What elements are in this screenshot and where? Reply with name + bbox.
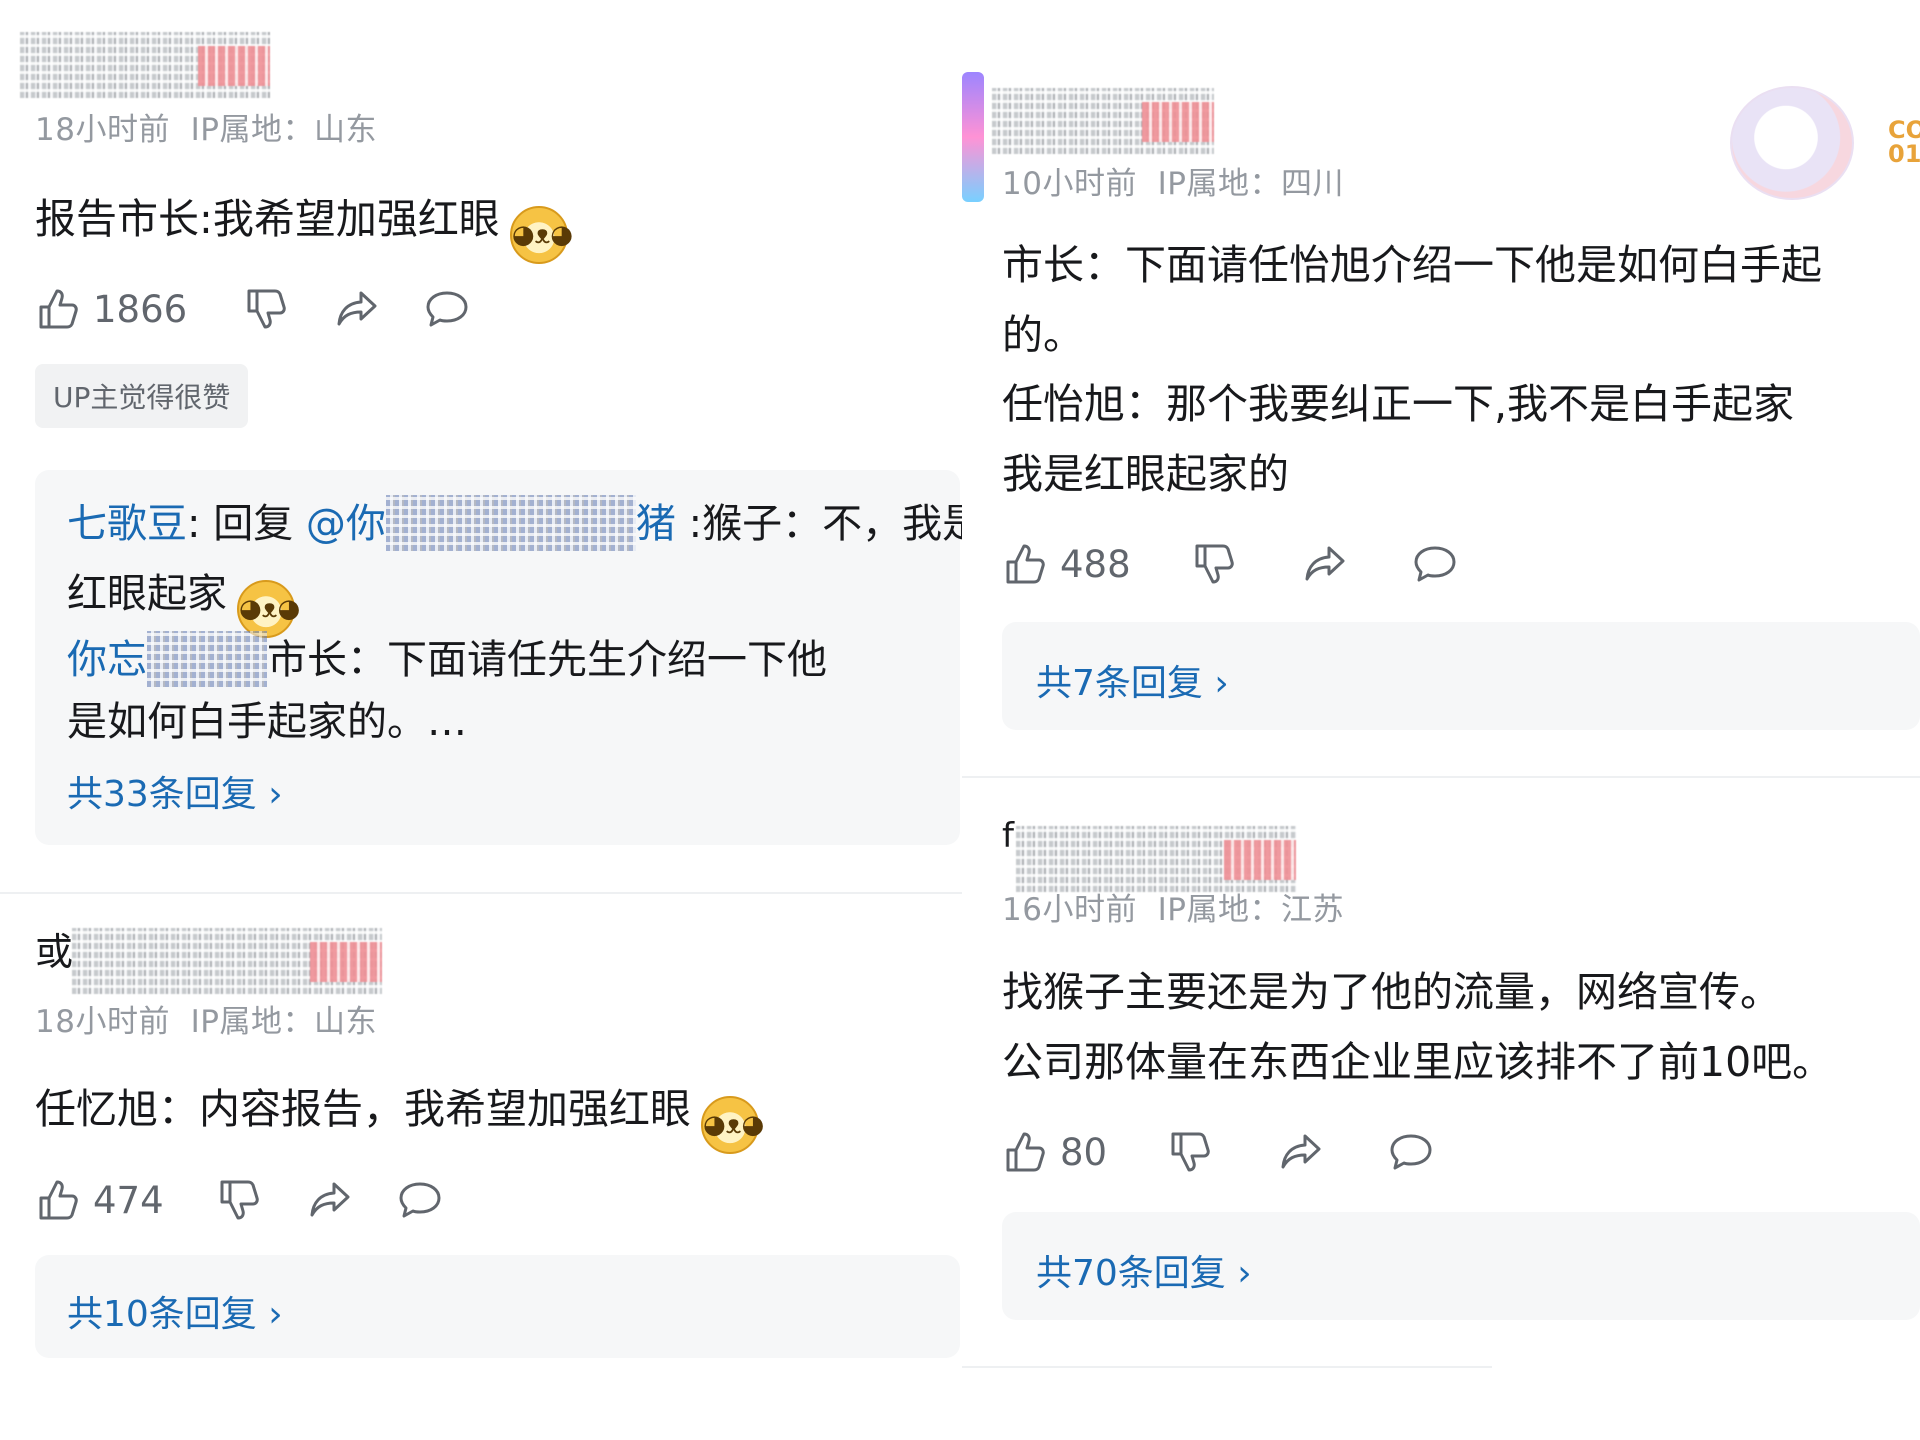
username-prefix[interactable]: 或 [35, 920, 73, 985]
reply-text-cont: 红眼起家 [67, 571, 227, 617]
comment-content: 市长：下面请任怡旭介绍一下他是如何白手起 的。 任怡旭：那个我要纠正一下,我不是… [1002, 231, 1822, 510]
share-button[interactable] [333, 285, 381, 333]
dislike-icon [1171, 1132, 1210, 1172]
like-count: 80 [1060, 1130, 1108, 1174]
reply-text: :猴子：不，我是 [675, 501, 962, 547]
left-screenshot-panel: 18小时前 IP属地：山东 报告市长:我希望加强红眼 ◕ᴥ◕ 1866 UP主觉得… [0, 0, 962, 1440]
like-icon [1006, 544, 1045, 584]
like-button[interactable]: 474 [35, 1176, 164, 1224]
view-replies-link[interactable]: 共70条回复 › [1036, 1244, 1252, 1296]
reply-word: : 回复 [187, 501, 306, 547]
share-icon [1305, 546, 1345, 581]
view-replies-link[interactable]: 共33条回复 › [67, 765, 283, 817]
reply-preview-box[interactable]: 七歌豆: 回复 @你 猪 :猴子：不，我是 红眼起家 ◕ᴥ◕ 你忘 市长：下面请任先生… [35, 470, 962, 845]
comment-button[interactable] [396, 1176, 444, 1224]
doge-emoji-icon: ◕ᴥ◕ [701, 1096, 764, 1154]
username-blurred[interactable] [992, 88, 1214, 154]
comment-icon [399, 1182, 441, 1218]
doge-emoji-icon: ◕ᴥ◕ [509, 206, 573, 264]
comment-content: 报告市长:我希望加强红眼 ◕ᴥ◕ [35, 185, 573, 264]
right-screenshot-panel: CO 01 10小时前 IP属地：四川 市长：下面请任怡旭介绍一下他是如何白手起… [962, 0, 1920, 1440]
comment-icon [426, 291, 468, 327]
comment-text: 报告市长:我希望加强红眼 [35, 195, 500, 243]
share-icon [337, 291, 377, 326]
like-icon [39, 1180, 78, 1220]
username-blurred[interactable] [72, 928, 382, 994]
like-button[interactable]: 1866 [35, 285, 187, 333]
like-count: 1866 [93, 287, 188, 331]
like-icon [1006, 1132, 1045, 1172]
comment-icon [1414, 546, 1456, 582]
decoration-badge-icon [1730, 86, 1854, 200]
username-prefix[interactable]: f [1002, 808, 1014, 866]
comment-meta: 10小时前 IP属地：四川 [1002, 166, 1344, 202]
divider [962, 1366, 1492, 1368]
comment-text: 的。 [1002, 310, 1084, 359]
reply-text-cont: 是如何白手起家的。… [67, 699, 467, 745]
reply-preview-box[interactable]: 共10条回复 › [35, 1255, 960, 1358]
share-button[interactable] [1277, 1128, 1325, 1176]
like-count: 488 [1060, 542, 1131, 586]
reply-preview-box[interactable]: 共7条回复 › [1002, 622, 1920, 730]
dislike-button[interactable] [216, 1176, 264, 1224]
share-icon [310, 1182, 350, 1217]
like-count: 474 [93, 1178, 164, 1222]
comment-meta: 18小时前 IP属地：山东 [35, 112, 377, 148]
reply-preview-2: 你忘 市长：下面请任先生介绍一下他 [67, 630, 827, 690]
like-button[interactable]: 80 [1002, 1128, 1107, 1176]
dislike-button[interactable] [1167, 1128, 1215, 1176]
share-icon [1281, 1134, 1321, 1169]
dislike-icon [247, 289, 286, 329]
comment-text: 任忆旭：内容报告，我希望加强红眼 [35, 1085, 691, 1133]
comment-actions: 1866 [35, 285, 513, 333]
like-button[interactable]: 488 [1002, 540, 1131, 588]
reply-author[interactable]: 你忘 [67, 637, 147, 683]
comment-content: 任忆旭：内容报告，我希望加强红眼 ◕ᴥ◕ [35, 1075, 764, 1154]
comment-button[interactable] [1411, 540, 1459, 588]
comment-button[interactable] [423, 285, 471, 333]
comment-text: 任怡旭：那个我要纠正一下,我不是白手起家 [1002, 380, 1795, 429]
comment-content: 找猴子主要还是为了他的流量，网络宣传。 公司那体量在东西企业里应该排不了前10吧… [1002, 958, 1833, 1097]
divider [962, 776, 1920, 778]
comment-text: 找猴子主要还是为了他的流量，网络宣传。 [1002, 968, 1781, 1016]
share-button[interactable] [306, 1176, 354, 1224]
reply-preview-box[interactable]: 共70条回复 › [1002, 1212, 1920, 1320]
comment-text: 市长：下面请任怡旭介绍一下他是如何白手起 [1002, 241, 1822, 289]
dislike-icon [1195, 544, 1234, 584]
view-replies-link[interactable]: 共7条回复 › [1036, 654, 1229, 706]
reply-text: 市长：下面请任先生介绍一下他 [267, 637, 827, 683]
badge-number: CO 01 [1888, 116, 1920, 168]
like-icon [39, 289, 78, 329]
mention-tail: 猪 [635, 501, 676, 547]
reply-mention[interactable]: @你 [306, 501, 386, 547]
comment-actions: 80 [1002, 1128, 1477, 1176]
comment-actions: 488 [1002, 540, 1501, 588]
dislike-button[interactable] [1191, 540, 1239, 588]
share-button[interactable] [1301, 540, 1349, 588]
comment-icon [1390, 1134, 1432, 1170]
avatar-frame-decoration [962, 72, 984, 202]
view-replies-link[interactable]: 共10条回复 › [67, 1285, 283, 1337]
reply-author[interactable]: 七歌豆 [67, 501, 187, 547]
comment-text: 我是红眼起家的 [1002, 450, 1289, 499]
author-blurred [147, 631, 267, 687]
mention-blurred [385, 495, 636, 551]
username-blurred[interactable] [20, 32, 270, 98]
reply-preview-1: 七歌豆: 回复 @你 猪 :猴子：不，我是 [67, 494, 962, 554]
comment-actions: 474 [35, 1176, 486, 1224]
up-liked-tag: UP主觉得很赞 [35, 364, 249, 428]
comment-button[interactable] [1387, 1128, 1435, 1176]
comment-meta: 18小时前 IP属地：山东 [35, 1004, 377, 1040]
dislike-button[interactable] [243, 285, 291, 333]
dislike-icon [220, 1180, 259, 1220]
reply-preview-1b: 红眼起家 ◕ᴥ◕ [67, 564, 300, 638]
comment-meta: 16小时前 IP属地：江苏 [1002, 892, 1344, 928]
username-blurred[interactable] [1016, 826, 1296, 892]
divider [0, 892, 962, 894]
comment-text: 公司那体量在东西企业里应该排不了前10吧。 [1002, 1037, 1834, 1086]
